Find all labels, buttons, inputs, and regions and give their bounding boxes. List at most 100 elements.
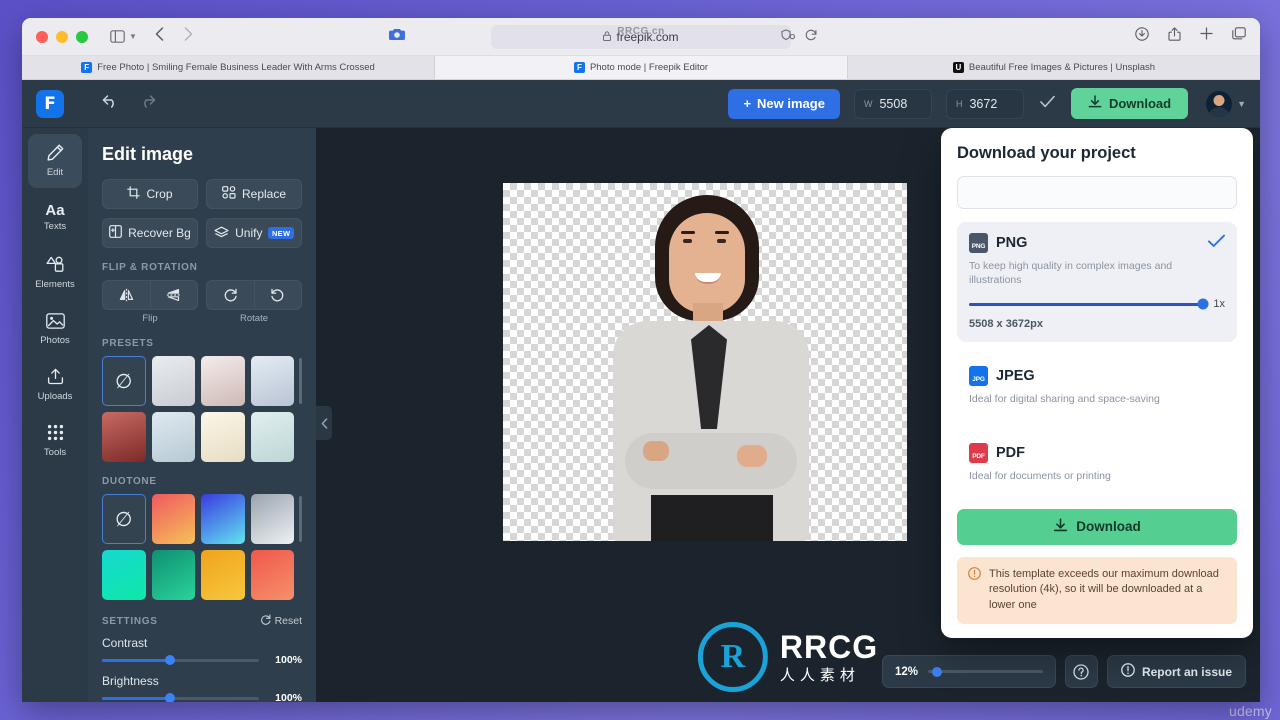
filename-input[interactable] [957, 176, 1237, 209]
browser-tab-3[interactable]: U Beautiful Free Images & Pictures | Uns… [848, 56, 1260, 79]
new-tab-icon[interactable] [1200, 27, 1213, 46]
replace-button[interactable]: Replace [206, 179, 302, 209]
avatar-body [1208, 106, 1231, 117]
rotate-right-button[interactable] [207, 281, 254, 309]
duotone-thumb[interactable] [151, 550, 195, 600]
flip-vertical-button[interactable] [149, 281, 198, 309]
brightness-slider[interactable]: 100% [102, 692, 302, 702]
collapse-panel-button[interactable] [316, 406, 332, 440]
brightness-knob[interactable] [164, 693, 175, 702]
duotone-thumb[interactable] [201, 494, 245, 544]
portrait-skirt [651, 495, 773, 541]
browser-actions[interactable] [1135, 27, 1260, 46]
duotone-thumb[interactable] [201, 550, 245, 600]
duotone-thumb[interactable] [250, 550, 294, 600]
history-controls[interactable] [102, 94, 156, 114]
downloads-icon[interactable] [1135, 27, 1149, 46]
editor-canvas[interactable]: R RRCG 人人素材 12% Report an issue Download… [316, 128, 1260, 702]
brightness-value: 100% [275, 692, 302, 702]
rotate-left-button[interactable] [253, 281, 302, 309]
presets-label: PRESETS [102, 338, 154, 349]
recover-bg-button[interactable]: Recover Bg [102, 218, 198, 248]
format-option-png[interactable]: PNG PNG To keep high quality in complex … [957, 222, 1237, 343]
forward-button[interactable] [184, 27, 193, 46]
duotone-thumb[interactable] [151, 494, 195, 544]
freepik-logo-icon[interactable]: F [36, 89, 64, 118]
back-button[interactable] [155, 27, 164, 46]
camera-icon[interactable] [388, 28, 405, 46]
navigation-buttons[interactable] [155, 27, 193, 46]
duotone-grid-wrap: ∅ [102, 494, 302, 600]
contrast-knob[interactable] [164, 655, 175, 665]
sidebar-item-photos[interactable]: Photos [28, 302, 82, 356]
sidebar-item-uploads[interactable]: Uploads [28, 358, 82, 412]
account-menu[interactable]: ▼ [1206, 90, 1246, 117]
help-button[interactable] [1064, 655, 1098, 688]
crop-button[interactable]: Crop [102, 179, 198, 209]
window-controls[interactable] [22, 30, 88, 43]
popover-download-button[interactable]: Download [957, 508, 1237, 545]
preset-thumb[interactable] [102, 412, 146, 462]
preset-thumb-none[interactable]: ∅ [102, 356, 146, 406]
minimize-window-button[interactable] [56, 30, 68, 43]
quality-track[interactable] [969, 298, 1209, 310]
sidebar-item-edit[interactable]: Edit [28, 134, 82, 188]
zoom-control[interactable]: 12% [881, 655, 1056, 688]
zoom-knob[interactable] [932, 666, 943, 677]
contrast-slider[interactable]: 100% [102, 654, 302, 666]
tab-strip[interactable]: F Free Photo | Smiling Female Business L… [22, 56, 1260, 80]
preset-thumb[interactable] [151, 412, 195, 462]
tool-row-1: Crop Replace [102, 179, 302, 209]
undo-icon[interactable] [102, 94, 119, 114]
tab-overview-icon[interactable] [1232, 27, 1246, 46]
brightness-track[interactable] [102, 693, 259, 702]
avatar[interactable] [1206, 90, 1233, 117]
contrast-track[interactable] [102, 655, 259, 665]
new-image-button[interactable]: + New image [728, 88, 840, 119]
app-toolbar: F + New image W 5508 H 3672 Download ▼ [22, 80, 1260, 128]
preset-thumb[interactable] [201, 412, 245, 462]
zoom-track[interactable] [928, 666, 1043, 677]
format-option-pdf[interactable]: PDF PDF Ideal for documents or printing [957, 432, 1237, 495]
format-option-jpeg[interactable]: JPG JPEG Ideal for digital sharing and s… [957, 355, 1237, 418]
sidebar-item-texts[interactable]: Aa Texts [28, 190, 82, 244]
height-field[interactable]: H 3672 [945, 88, 1024, 119]
artboard[interactable] [503, 183, 907, 541]
sidebar-item-elements[interactable]: Elements [28, 246, 82, 300]
confirm-size-icon[interactable] [1040, 95, 1055, 112]
quality-knob[interactable] [1197, 298, 1209, 310]
maximize-window-button[interactable] [76, 30, 88, 43]
share-icon[interactable] [1168, 27, 1181, 46]
reset-button[interactable]: Reset [260, 614, 302, 628]
chevron-down-icon[interactable]: ▼ [129, 32, 137, 41]
duotone-thumb[interactable] [102, 550, 146, 600]
sidebar-toggle-button[interactable]: ▼ [110, 30, 137, 43]
new-badge: NEW [268, 227, 294, 239]
shield-icon[interactable] [781, 29, 796, 44]
width-field[interactable]: W 5508 [853, 88, 932, 119]
quality-slider[interactable]: 1x [969, 298, 1225, 310]
recover-bg-icon [109, 225, 123, 241]
duotone-thumb-none[interactable]: ∅ [102, 494, 146, 544]
preset-thumb[interactable] [250, 356, 294, 406]
pencil-icon [47, 144, 64, 164]
preset-thumb[interactable] [151, 356, 195, 406]
reload-icon[interactable] [805, 29, 817, 44]
unify-button[interactable]: Unify NEW [206, 218, 302, 248]
browser-tab-1[interactable]: F Free Photo | Smiling Female Business L… [22, 56, 435, 79]
browser-tab-2[interactable]: F Photo mode | Freepik Editor [435, 56, 848, 79]
preset-thumb[interactable] [201, 356, 245, 406]
sidebar-item-tools[interactable]: Tools [28, 414, 82, 468]
duotone-scrollbar[interactable] [299, 496, 302, 542]
close-window-button[interactable] [36, 30, 48, 43]
preset-thumb[interactable] [250, 412, 294, 462]
browser-toolbar: ▼ freepik.com [22, 18, 1260, 56]
address-bar-actions[interactable] [781, 29, 817, 44]
report-issue-button[interactable]: Report an issue [1106, 655, 1246, 688]
presets-scrollbar[interactable] [299, 358, 302, 404]
redo-icon[interactable] [139, 94, 156, 114]
chevron-down-icon[interactable]: ▼ [1237, 99, 1246, 109]
duotone-thumb[interactable] [250, 494, 294, 544]
flip-horizontal-button[interactable] [103, 281, 150, 309]
download-button[interactable]: Download [1070, 88, 1189, 119]
